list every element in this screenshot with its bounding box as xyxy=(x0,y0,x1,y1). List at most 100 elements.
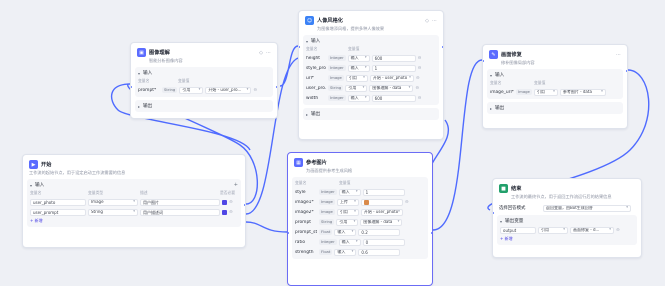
value-input[interactable]: 600 xyxy=(371,54,416,62)
play-icon[interactable]: ◇ xyxy=(425,18,429,24)
add-variable-button[interactable]: + 新增 xyxy=(30,217,238,225)
param-row: prompt_str... Float 输入▾ 0.2 xyxy=(295,227,425,237)
portrait-icon: ☺ xyxy=(305,16,314,25)
value-select[interactable]: 开始 - user_photo ▾ xyxy=(360,208,403,216)
image-upload[interactable] xyxy=(360,198,403,206)
mode-select[interactable]: 输入 ▾ xyxy=(334,248,357,256)
chevron-down-icon[interactable]: ▾ xyxy=(306,39,308,44)
input-port[interactable] xyxy=(493,211,495,215)
value-input[interactable]: 0 xyxy=(362,238,405,246)
output-port[interactable] xyxy=(441,45,443,49)
chevron-down-icon[interactable]: ▾ xyxy=(500,219,502,224)
type-tag: Image xyxy=(319,199,335,205)
play-icon[interactable]: ◇ xyxy=(259,50,263,56)
type-tag: String xyxy=(319,219,335,225)
minus-icon[interactable]: ⊖ xyxy=(418,66,422,71)
mode-select[interactable]: 引用 ▾ xyxy=(179,86,204,94)
mode-select[interactable]: 输入 ▾ xyxy=(334,228,357,236)
minus-icon[interactable]: ⊖ xyxy=(616,228,620,233)
chevron-down-icon[interactable]: ▾ xyxy=(490,73,492,78)
value-input[interactable]: 0.2 xyxy=(358,228,401,236)
output-port[interactable] xyxy=(243,203,245,207)
value-select[interactable]: 画面修复 - d... ▾ xyxy=(570,226,614,234)
node-ref-image[interactable]: ▦ 参考图片 为画面提供参考生成风格 变量名 变量值 style Integer… xyxy=(287,152,433,286)
param-name: ratio xyxy=(295,239,306,245)
value-input[interactable]: 1 xyxy=(362,188,405,196)
required-checkbox[interactable] xyxy=(222,209,227,215)
input-port[interactable] xyxy=(131,85,133,89)
mode-select[interactable]: 引用 ▾ xyxy=(345,84,368,92)
add-output-button[interactable]: + 新增 xyxy=(500,235,634,243)
minus-icon[interactable]: ⊖ xyxy=(418,56,422,61)
workflow-canvas[interactable]: ▣ 图像理解 ◇ ⋯ 智能分析图像内容 ▾ 输入 变量名 变量值 prompt*… xyxy=(0,0,665,286)
more-dots-icon[interactable]: ⋯ xyxy=(432,18,437,24)
description-input[interactable]: 用户图片 xyxy=(140,198,220,206)
minus-icon[interactable]: ⊖ xyxy=(229,210,233,215)
value-input[interactable]: 0.6 xyxy=(358,248,401,256)
type-tag: String xyxy=(328,85,344,91)
output-label: 输出 xyxy=(495,106,505,111)
minus-icon[interactable]: ⊖ xyxy=(229,200,233,205)
node-photo-stylize[interactable]: ☺ 人像风格化 ◇ ⋯ 为图像增添风格，提供多种人像效果 ▾ 输入 变量名 变量… xyxy=(298,10,444,140)
input-port[interactable] xyxy=(299,45,301,49)
type-tag: Integer xyxy=(328,55,346,61)
input-port[interactable] xyxy=(288,231,290,235)
type-select[interactable]: String ▾ xyxy=(88,208,138,216)
value-input[interactable]: 600 xyxy=(371,94,416,102)
type-tag: Float xyxy=(319,229,333,235)
required-checkbox[interactable] xyxy=(222,199,227,205)
answer-mode-label: 选择回答模式 xyxy=(499,206,526,211)
node-end[interactable]: ■ 结束 工作流的最终节点，用于返回工作流运行后的结果信息 选择回答模式 返回变… xyxy=(492,178,642,258)
image-thumbnail xyxy=(363,199,369,205)
node-image-understand[interactable]: ▣ 图像理解 ◇ ⋯ 智能分析图像内容 ▾ 输入 变量名 变量值 prompt*… xyxy=(130,42,278,119)
value-select[interactable]: 图像理解 - data ▾ xyxy=(360,218,403,226)
type-select[interactable]: Image ▾ xyxy=(88,198,138,206)
minus-icon[interactable]: ⊖ xyxy=(418,96,422,101)
mode-select[interactable]: 输入 ▾ xyxy=(338,238,361,246)
plus-icon[interactable]: + xyxy=(234,182,238,188)
node-image-repair[interactable]: ✎ 画面修复 ⋯ 修补图像局部内容 ▾ 输入 变量名 变量值 image_url… xyxy=(482,44,628,129)
mode-select[interactable]: 引用 ▾ xyxy=(336,208,359,216)
mode-select[interactable]: 输入 ▾ xyxy=(347,54,370,62)
param-row: prompt String 引用 ▾ 图像理解 - data ▾ xyxy=(295,217,425,227)
mode-select[interactable]: 引用 ▾ xyxy=(533,88,558,96)
node-title: 开始 xyxy=(41,162,52,168)
output-port[interactable] xyxy=(430,231,432,235)
type-tag: Float xyxy=(319,249,333,255)
chevron-down-icon[interactable]: ▾ xyxy=(30,183,32,188)
value-select[interactable]: 开始 - user_pro... ▾ xyxy=(205,86,252,94)
node-start[interactable]: ▶ 开始 工作流的起始节点，用于设定启动工作流需要的信息 ▾ 输入 + 变量名 … xyxy=(22,154,246,248)
value-select[interactable]: 图像理解 - data ▾ xyxy=(369,84,414,92)
variable-name-input[interactable]: user_prompt xyxy=(30,208,86,216)
input-label: 输入 xyxy=(495,73,505,78)
output-port[interactable] xyxy=(275,85,277,89)
chevron-down-icon[interactable]: ▾ xyxy=(138,71,140,76)
mode-select[interactable]: 输入 ▾ xyxy=(347,94,370,102)
mode-select[interactable]: 输入 ▾ xyxy=(347,64,370,72)
mode-select[interactable]: 引用 ▾ xyxy=(336,218,359,226)
output-name-input[interactable]: output xyxy=(500,226,536,234)
mode-select[interactable]: 输入 ▾ xyxy=(338,188,361,196)
chevron-right-icon[interactable]: ▸ xyxy=(138,104,140,109)
more-dots-icon[interactable]: ⋯ xyxy=(266,50,271,56)
chevron-right-icon[interactable]: ▸ xyxy=(306,112,308,117)
param-name: user_pro... xyxy=(306,85,326,91)
param-name: style xyxy=(295,189,306,195)
minus-icon[interactable]: ⊖ xyxy=(253,88,257,93)
mode-select[interactable]: 引用 ▾ xyxy=(538,226,568,234)
mode-select[interactable]: 引用 ▾ xyxy=(345,74,368,82)
value-select[interactable]: 参考图片 - data ▾ xyxy=(559,88,606,96)
minus-icon[interactable]: ⊖ xyxy=(415,86,419,91)
minus-icon[interactable]: ⊖ xyxy=(416,76,420,81)
mode-select[interactable]: 上传 ▾ xyxy=(336,198,359,206)
type-tag: Integer xyxy=(328,65,346,71)
minus-icon[interactable]: ⊖ xyxy=(405,200,409,205)
output-port[interactable] xyxy=(625,69,627,73)
value-select[interactable]: 开始 - user_photo ▾ xyxy=(369,74,414,82)
chevron-right-icon[interactable]: ▸ xyxy=(490,106,492,111)
answer-mode-select[interactable]: 返回变量，由Bot生成回答 ▾ xyxy=(543,204,631,212)
variable-name-input[interactable]: user_photo xyxy=(30,198,86,206)
description-input[interactable]: 用户描述词 xyxy=(140,208,220,216)
value-input[interactable]: 1 xyxy=(371,64,416,72)
more-dots-icon[interactable]: ⋯ xyxy=(616,52,621,58)
